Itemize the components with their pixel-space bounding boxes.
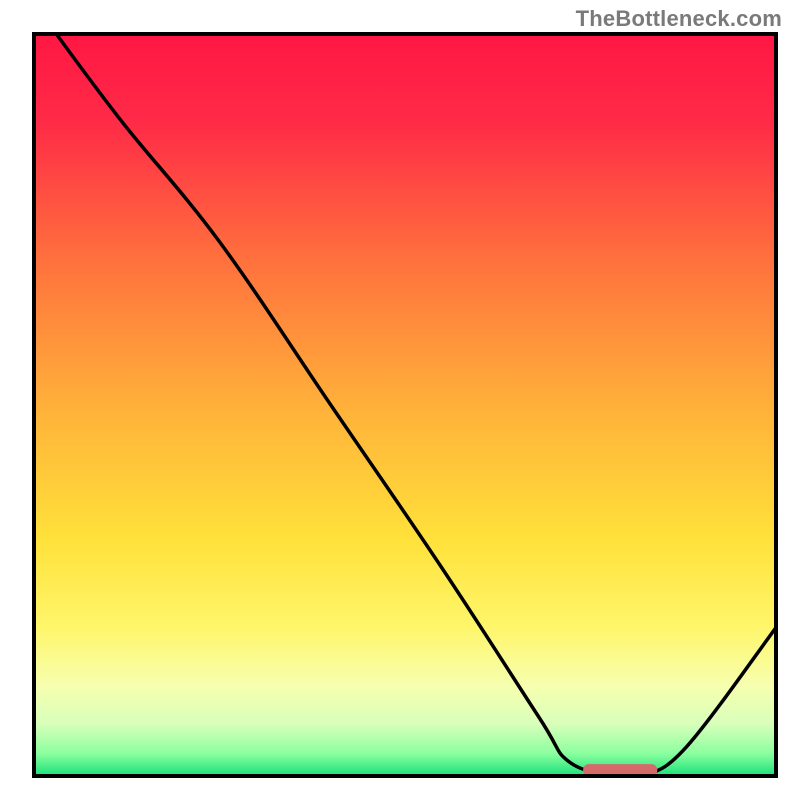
watermark-text: TheBottleneck.com xyxy=(576,6,782,32)
bottleneck-chart xyxy=(0,0,800,800)
chart-container: TheBottleneck.com xyxy=(0,0,800,800)
plot-background xyxy=(34,34,776,776)
